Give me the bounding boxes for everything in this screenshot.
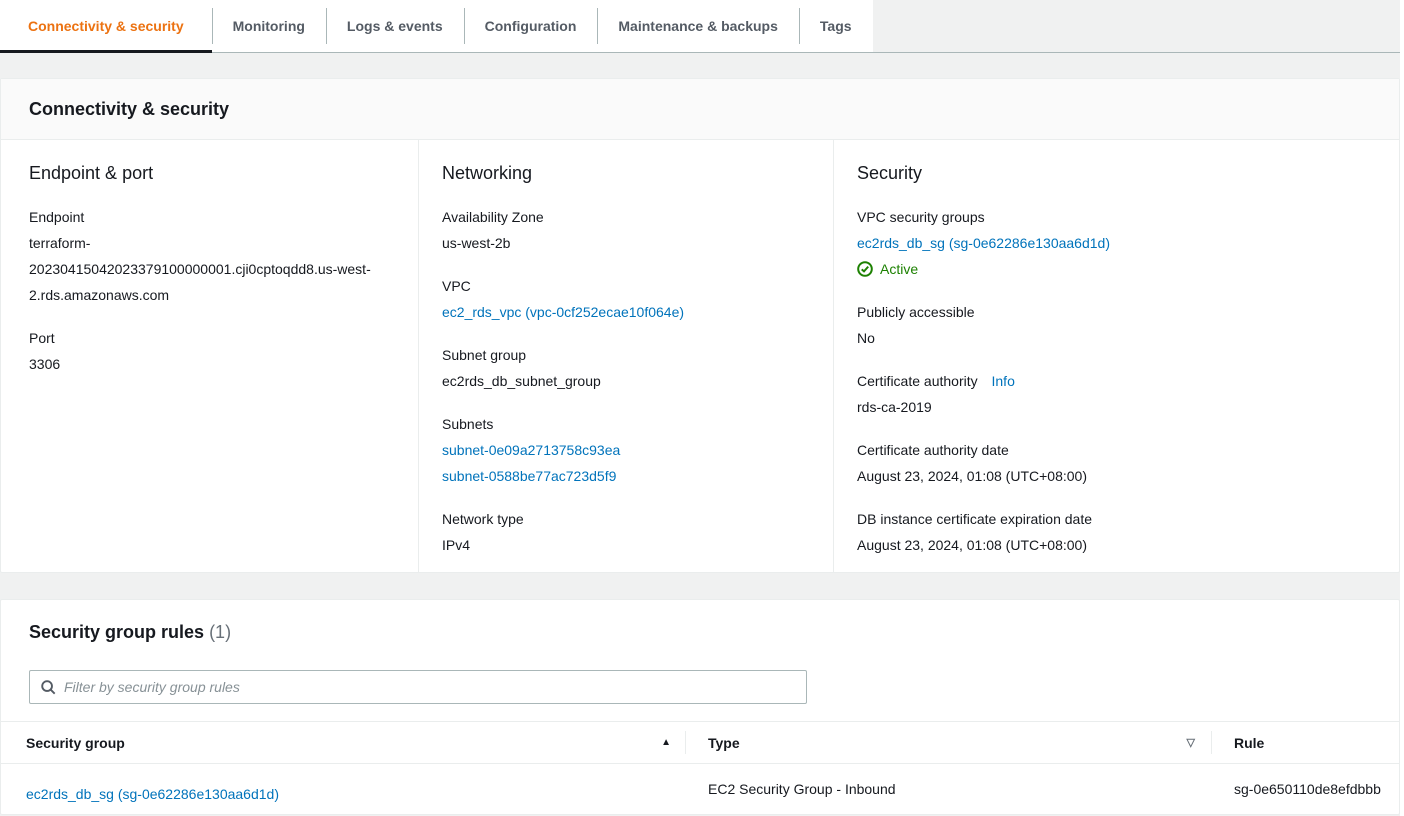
column-heading: Security: [857, 160, 1375, 186]
field-vpc-security-groups: VPC security groups ec2rds_db_sg (sg-0e6…: [857, 204, 1375, 282]
tab-connectivity-security[interactable]: Connectivity & security: [0, 0, 212, 52]
field-label: Endpoint: [29, 204, 394, 230]
field-label: Network type: [442, 506, 809, 532]
rds-instance-detail-page: Connectivity & security Monitoring Logs …: [0, 0, 1400, 816]
certificate-expiration-date-value: August 23, 2024, 01:08 (UTC+08:00): [857, 532, 1375, 558]
tab-tags[interactable]: Tags: [799, 0, 873, 52]
column-heading: Networking: [442, 160, 809, 186]
subnet-link[interactable]: subnet-0588be77ac723d5f9: [442, 463, 809, 489]
rules-count-badge: (1): [209, 622, 231, 642]
column-header-label: Rule: [1234, 735, 1264, 751]
field-label: VPC security groups: [857, 204, 1375, 230]
field-subnets: Subnets subnet-0e09a2713758c93ea subnet-…: [442, 411, 809, 489]
field-vpc: VPC ec2_rds_vpc (vpc-0cf252ecae10f064e): [442, 273, 809, 325]
port-value: 3306: [29, 351, 394, 377]
rules-panel-title: Security group rules (1): [29, 619, 1371, 645]
panel-columns: Endpoint & port Endpoint terraform-20230…: [1, 140, 1399, 572]
field-subnet-group: Subnet group ec2rds_db_subnet_group: [442, 342, 809, 394]
connectivity-security-panel: Connectivity & security Endpoint & port …: [0, 78, 1400, 573]
field-label-text: Certificate authority: [857, 373, 978, 389]
check-circle-icon: [857, 261, 873, 277]
field-certificate-authority-date: Certificate authority date August 23, 20…: [857, 437, 1375, 489]
field-endpoint: Endpoint terraform-202304150420233791000…: [29, 204, 394, 308]
table-row: ec2rds_db_sg (sg-0e62286e130aa6d1d) EC2 …: [1, 764, 1399, 815]
column-header-security-group[interactable]: Security group ▲: [1, 722, 685, 763]
row-security-group-link[interactable]: ec2rds_db_sg (sg-0e62286e130aa6d1d): [26, 786, 279, 802]
field-network-type: Network type IPv4: [442, 506, 809, 558]
panel-header: Connectivity & security: [1, 79, 1399, 140]
security-group-link[interactable]: ec2rds_db_sg (sg-0e62286e130aa6d1d): [857, 230, 1375, 256]
rules-title-text: Security group rules: [29, 622, 204, 642]
field-label: Availability Zone: [442, 204, 809, 230]
field-label: VPC: [442, 273, 809, 299]
certificate-authority-value: rds-ca-2019: [857, 394, 1375, 420]
rules-panel-header: Security group rules (1): [1, 600, 1399, 645]
sort-toggle-icon[interactable]: ▽: [1187, 736, 1195, 749]
endpoint-value: terraform-20230415042023379100000001.cji…: [29, 230, 394, 308]
tab-logs-events[interactable]: Logs & events: [326, 0, 464, 52]
filter-input[interactable]: [64, 679, 795, 695]
column-heading: Endpoint & port: [29, 160, 394, 186]
network-type-value: IPv4: [442, 532, 809, 558]
panel-title: Connectivity & security: [29, 96, 229, 122]
field-port: Port 3306: [29, 325, 394, 377]
security-column: Security VPC security groups ec2rds_db_s…: [833, 140, 1399, 572]
publicly-accessible-value: No: [857, 325, 1375, 351]
security-group-rules-panel: Security group rules (1) Security group …: [0, 599, 1400, 815]
certificate-authority-date-value: August 23, 2024, 01:08 (UTC+08:00): [857, 463, 1375, 489]
field-label: Certificate authority date: [857, 437, 1375, 463]
column-header-label: Security group: [26, 735, 125, 751]
field-availability-zone: Availability Zone us-west-2b: [442, 204, 809, 256]
table-header-row: Security group ▲ Type ▽ Rule: [1, 721, 1399, 764]
tab-label: Connectivity & security: [28, 18, 184, 34]
subnet-group-value: ec2rds_db_subnet_group: [442, 368, 809, 394]
field-label: DB instance certificate expiration date: [857, 506, 1375, 532]
search-icon: [41, 680, 56, 695]
column-header-type[interactable]: Type ▽: [685, 722, 1211, 763]
tab-label: Maintenance & backups: [618, 18, 778, 34]
info-link[interactable]: Info: [992, 373, 1015, 389]
field-label: Certificate authority Info: [857, 368, 1375, 394]
sort-ascending-icon[interactable]: ▲: [661, 737, 671, 748]
availability-zone-value: us-west-2b: [442, 230, 809, 256]
subnet-link[interactable]: subnet-0e09a2713758c93ea: [442, 437, 809, 463]
tab-label: Configuration: [485, 18, 577, 34]
field-label: Port: [29, 325, 394, 351]
column-header-label: Type: [708, 735, 740, 751]
field-label: Subnet group: [442, 342, 809, 368]
tab-monitoring[interactable]: Monitoring: [212, 0, 326, 52]
tab-label: Tags: [820, 18, 852, 34]
tab-configuration[interactable]: Configuration: [464, 0, 598, 52]
cell-type: EC2 Security Group - Inbound: [685, 781, 1211, 815]
status-active-text: Active: [880, 261, 918, 277]
field-label: Publicly accessible: [857, 299, 1375, 325]
endpoint-port-column: Endpoint & port Endpoint terraform-20230…: [1, 140, 418, 572]
field-label: Subnets: [442, 411, 809, 437]
filter-input-container[interactable]: [29, 670, 807, 704]
column-header-rule[interactable]: Rule: [1211, 722, 1399, 763]
security-group-status: Active: [857, 256, 1375, 282]
field-certificate-expiration-date: DB instance certificate expiration date …: [857, 506, 1375, 558]
vpc-link[interactable]: ec2_rds_vpc (vpc-0cf252ecae10f064e): [442, 299, 809, 325]
cell-security-group: ec2rds_db_sg (sg-0e62286e130aa6d1d): [1, 781, 685, 815]
detail-tabs: Connectivity & security Monitoring Logs …: [0, 0, 1400, 53]
field-certificate-authority: Certificate authority Info rds-ca-2019: [857, 368, 1375, 420]
cell-rule: sg-0e650110de8efdbbb: [1211, 781, 1399, 815]
tab-label: Monitoring: [233, 18, 305, 34]
tab-maintenance-backups[interactable]: Maintenance & backups: [597, 0, 799, 52]
tab-label: Logs & events: [347, 18, 443, 34]
field-publicly-accessible: Publicly accessible No: [857, 299, 1375, 351]
networking-column: Networking Availability Zone us-west-2b …: [418, 140, 833, 572]
